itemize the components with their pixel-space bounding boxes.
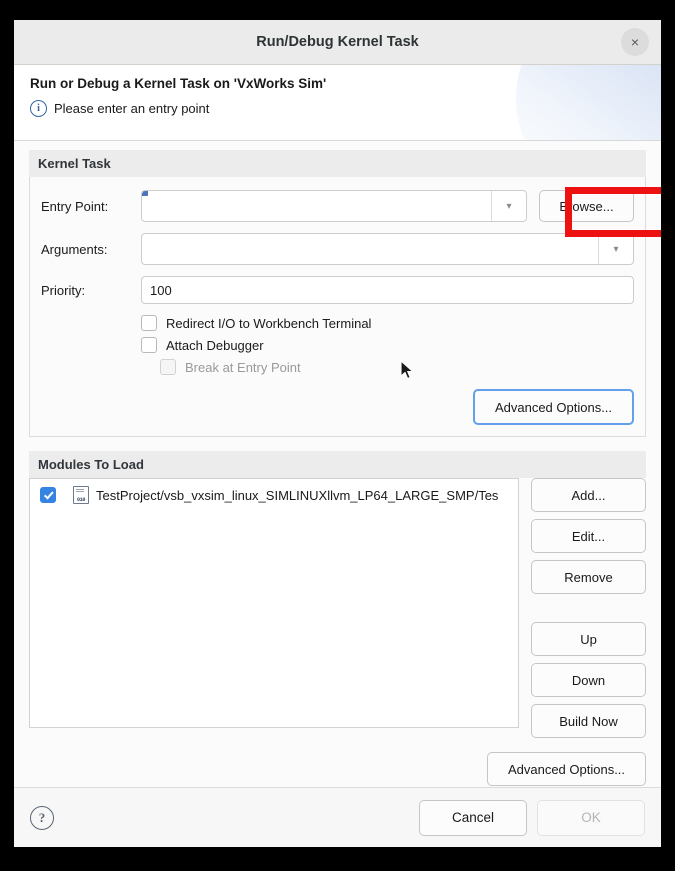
checkbox-label: Redirect I/O to Workbench Terminal [166, 315, 372, 331]
dialog-header-banner: Run or Debug a Kernel Task on 'VxWorks S… [14, 65, 661, 141]
entry-point-combo[interactable]: i ▾ [141, 190, 527, 222]
chevron-down-icon[interactable]: ▾ [491, 191, 526, 221]
checkbox-box [160, 359, 176, 375]
checkbox-attach-debugger[interactable]: Attach Debugger [141, 337, 634, 353]
browse-button[interactable]: Browse... [539, 190, 634, 222]
binary-file-icon: 010 [73, 486, 89, 504]
kernel-task-advanced-row: Advanced Options... [41, 389, 634, 425]
info-circle-icon: i [30, 100, 47, 117]
modules-list[interactable]: 010 TestProject/vsb_vxsim_linux_SIMLINUX… [29, 478, 519, 728]
entry-point-control: i ▾ Browse... [141, 190, 634, 222]
checkbox-box[interactable] [141, 315, 157, 331]
help-icon[interactable]: ? [30, 805, 54, 830]
module-checkbox[interactable] [40, 487, 56, 503]
arguments-input[interactable] [142, 234, 598, 264]
checkbox-break-at-entry-point: Break at Entry Point [160, 359, 634, 375]
header-status-message: i Please enter an entry point [30, 100, 661, 117]
arguments-row: Arguments: ▾ [41, 233, 634, 265]
modules-section: Modules To Load 010 TestProject/vsb_vxsi… [29, 451, 646, 787]
dialog-title: Run/Debug Kernel Task [256, 34, 419, 50]
cancel-button[interactable]: Cancel [419, 799, 527, 836]
dialog-titlebar: Run/Debug Kernel Task × [14, 20, 661, 65]
dialog-footer: ? Cancel OK [14, 787, 661, 847]
priority-input[interactable]: 100 [141, 276, 634, 304]
checkbox-box[interactable] [141, 337, 157, 353]
entry-point-input[interactable] [142, 191, 491, 221]
modules-group-label: Modules To Load [29, 451, 646, 478]
kernel-task-advanced-options-button[interactable]: Advanced Options... [473, 389, 634, 425]
edit-button[interactable]: Edit... [531, 519, 646, 553]
entry-point-label: Entry Point: [41, 198, 109, 214]
entry-point-info-badge-icon: i [142, 191, 148, 196]
up-button[interactable]: Up [531, 622, 646, 656]
kernel-task-group-label: Kernel Task [29, 150, 646, 177]
checkbox-redirect-io[interactable]: Redirect I/O to Workbench Terminal [141, 315, 634, 331]
checkbox-label: Attach Debugger [166, 337, 264, 353]
arguments-combo[interactable]: ▾ [141, 233, 634, 265]
button-group-divider [531, 601, 646, 615]
priority-label: Priority: [41, 282, 86, 298]
checkbox-label: Break at Entry Point [185, 359, 301, 375]
header-title: Run or Debug a Kernel Task on 'VxWorks S… [30, 76, 327, 91]
dialog-body: Kernel Task Entry Point: i ▾ Browse... A… [14, 141, 661, 787]
header-message-text: Please enter an entry point [54, 101, 210, 116]
close-icon[interactable]: × [621, 28, 649, 56]
down-button[interactable]: Down [531, 663, 646, 697]
add-button[interactable]: Add... [531, 478, 646, 512]
list-item[interactable]: 010 TestProject/vsb_vxsim_linux_SIMLINUX… [30, 486, 518, 504]
file-icon-bits: 010 [76, 497, 86, 503]
module-path-label: TestProject/vsb_vxsim_linux_SIMLINUXllvm… [96, 487, 499, 503]
priority-row: Priority: 100 [41, 276, 634, 304]
modules-advanced-row: Advanced Options... [29, 752, 646, 786]
modules-main: 010 TestProject/vsb_vxsim_linux_SIMLINUX… [29, 478, 646, 738]
arguments-label: Arguments: [41, 241, 108, 257]
modules-advanced-options-button[interactable]: Advanced Options... [487, 752, 646, 786]
run-debug-kernel-task-dialog: Run/Debug Kernel Task × Run or Debug a K… [14, 20, 661, 847]
entry-point-row: Entry Point: i ▾ Browse... [41, 190, 634, 222]
build-now-button[interactable]: Build Now [531, 704, 646, 738]
chevron-down-icon[interactable]: ▾ [598, 234, 633, 264]
kernel-task-group: Entry Point: i ▾ Browse... Arguments: ▾ [29, 177, 646, 437]
modules-button-column: Add... Edit... Remove Up Down Build Now [531, 478, 646, 738]
remove-button[interactable]: Remove [531, 560, 646, 594]
ok-button: OK [537, 799, 645, 836]
